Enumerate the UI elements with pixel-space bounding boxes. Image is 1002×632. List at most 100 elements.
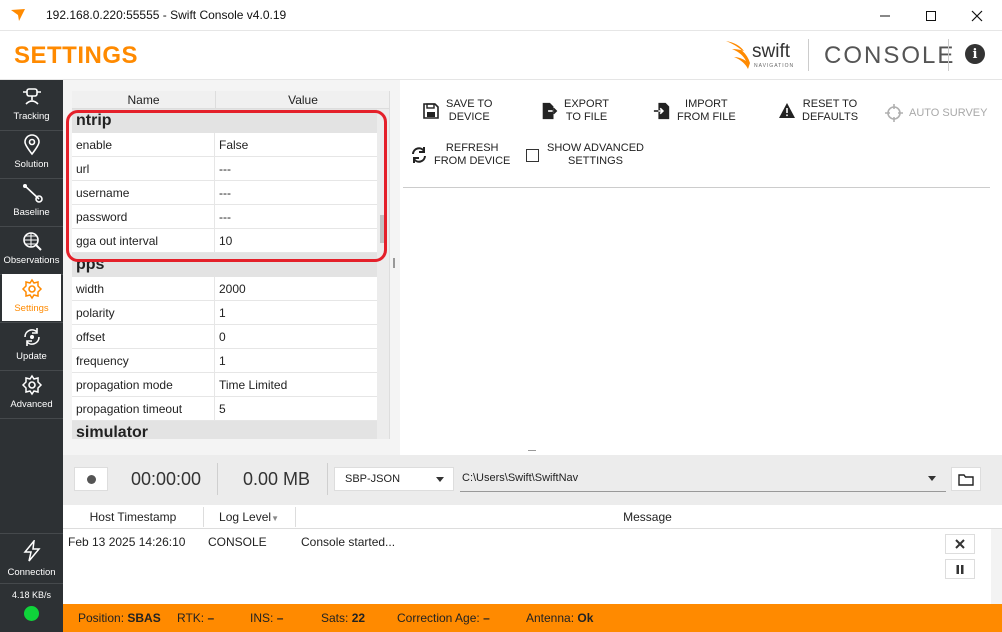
close-window-button[interactable] [954, 0, 1000, 31]
table-row[interactable]: propagation mode Time Limited [72, 373, 377, 397]
log-message: Console started... [301, 535, 396, 549]
update-icon [23, 328, 40, 346]
info-icon[interactable]: i [965, 44, 985, 64]
column-header-value[interactable]: Value [215, 91, 389, 109]
checkbox-box[interactable] [526, 148, 539, 162]
divider [327, 463, 328, 495]
window-title: 192.168.0.220:55555 - Swift Console v4.0… [46, 8, 287, 22]
sidebar-item-label: Advanced [10, 399, 53, 410]
log-path-combobox[interactable]: C:\Users\Swift\SwiftNav [460, 467, 946, 492]
setting-name: width [76, 282, 105, 296]
export-label: EXPORT TO FILE [564, 98, 610, 123]
import-from-file-button[interactable]: IMPORT FROM FILE [653, 98, 736, 124]
log-format-value: SBP-JSON [345, 473, 401, 485]
file-export-icon [542, 102, 558, 120]
setting-value: 1 [219, 354, 226, 368]
auto-survey-button[interactable]: AUTO SURVEY [885, 104, 987, 122]
globe-icon [22, 232, 42, 251]
sidebar-item-update[interactable]: Update [2, 322, 61, 369]
recording-size: 0.00 MB [243, 469, 311, 489]
close-icon [955, 539, 965, 549]
setting-name: propagation mode [76, 378, 173, 392]
setting-name: polarity [76, 306, 115, 320]
table-row[interactable]: width 2000 [72, 277, 377, 301]
log-timestamp: Feb 13 2025 14:26:10 [68, 535, 186, 549]
panel-splitter-handle[interactable] [393, 258, 395, 268]
status-correction-age: Correction Age: – [397, 611, 490, 625]
column-header-message[interactable]: Message [295, 505, 1000, 529]
status-sats: Sats: 22 [321, 611, 366, 625]
sidebar-item-label: Update [16, 351, 47, 362]
lightning-icon [22, 540, 41, 562]
sidebar-item-solution[interactable]: Solution [2, 130, 61, 177]
show-advanced-settings-checkbox[interactable]: SHOW ADVANCED SETTINGS [526, 142, 644, 168]
column-header-log-level[interactable]: Log Level▼ [203, 505, 295, 531]
status-rtk: RTK: – [177, 611, 215, 625]
save-label: SAVE TO DEVICE [446, 98, 493, 123]
pause-log-button[interactable] [945, 559, 975, 579]
connection-status-led [24, 606, 39, 621]
divider [217, 463, 218, 495]
sidebar-item-label: Solution [14, 159, 49, 170]
log-path-value: C:\Users\Swift\SwiftNav [462, 472, 579, 484]
gear-icon [21, 278, 42, 300]
sort-caret-icon: ▼ [271, 514, 279, 523]
auto-survey-label: AUTO SURVEY [909, 106, 988, 119]
status-antenna: Antenna: Ok [526, 611, 594, 625]
table-row[interactable]: propagation timeout 5 [72, 397, 377, 421]
header-divider [808, 39, 809, 71]
status-ins: INS: – [250, 611, 284, 625]
group-header-simulator[interactable]: simulator [72, 421, 377, 439]
minimize-icon [880, 15, 890, 16]
tracking-icon [22, 88, 41, 105]
refresh-from-device-button[interactable]: REFRESH FROM DEVICE [410, 142, 510, 168]
chevron-down-icon [436, 477, 444, 482]
status-position: Position: SBAS [78, 611, 161, 625]
toolbar-divider [403, 187, 990, 188]
setting-value: 5 [219, 402, 226, 416]
browse-folder-button[interactable] [951, 467, 981, 491]
sidebar-item-settings[interactable]: Settings [2, 274, 61, 321]
maximize-button[interactable] [908, 0, 954, 31]
setting-value: 1 [219, 306, 226, 320]
table-row[interactable]: offset 0 [72, 325, 377, 349]
warning-icon [779, 103, 795, 118]
reset-to-defaults-button[interactable]: RESET TO DEFAULTS [778, 98, 858, 124]
export-to-file-button[interactable]: EXPORT TO FILE [540, 98, 609, 124]
swift-logo: swift NAVIGATION [724, 37, 800, 71]
baseline-icon [22, 184, 43, 203]
setting-name: offset [76, 330, 106, 344]
minimize-button[interactable] [862, 0, 908, 31]
sidebar-item-label: Tracking [13, 111, 50, 122]
clear-log-button[interactable] [945, 534, 975, 554]
header-divider [948, 39, 949, 71]
crosshair-icon [885, 104, 903, 122]
reset-label: RESET TO DEFAULTS [802, 98, 859, 123]
sidebar-item-tracking[interactable]: Tracking [2, 82, 61, 129]
logo-subtext: NAVIGATION [754, 63, 795, 69]
table-row[interactable]: frequency 1 [72, 349, 377, 373]
pause-icon [956, 564, 964, 574]
show-advanced-label: SHOW ADVANCED SETTINGS [547, 142, 644, 167]
save-icon [423, 103, 439, 119]
connection-button[interactable]: Connection [2, 536, 61, 582]
record-dot-icon [86, 474, 96, 484]
log-scrollbar[interactable] [991, 529, 1002, 604]
file-import-icon [653, 102, 670, 120]
log-table-body: Feb 13 2025 14:26:10 CONSOLE Console sta… [63, 529, 1002, 604]
record-button[interactable] [74, 467, 108, 491]
table-row[interactable]: polarity 1 [72, 301, 377, 325]
save-to-device-button[interactable]: SAVE TO DEVICE [422, 98, 492, 124]
log-format-select[interactable]: SBP-JSON [334, 467, 454, 491]
sidebar-item-baseline[interactable]: Baseline [2, 178, 61, 225]
advanced-gear-icon [21, 374, 42, 396]
log-level-label: Log Level [219, 510, 272, 524]
sidebar-item-advanced[interactable]: Advanced [2, 370, 61, 417]
column-header-host-timestamp[interactable]: Host Timestamp [63, 505, 203, 529]
page-title: SETTINGS [14, 42, 139, 69]
column-header-name[interactable]: Name [72, 91, 215, 109]
sidebar-item-label: Baseline [13, 207, 50, 218]
sidebar-item-observations[interactable]: Observations [2, 226, 61, 273]
vertical-splitter-handle[interactable] [528, 450, 536, 451]
import-label: IMPORT FROM FILE [677, 98, 736, 123]
